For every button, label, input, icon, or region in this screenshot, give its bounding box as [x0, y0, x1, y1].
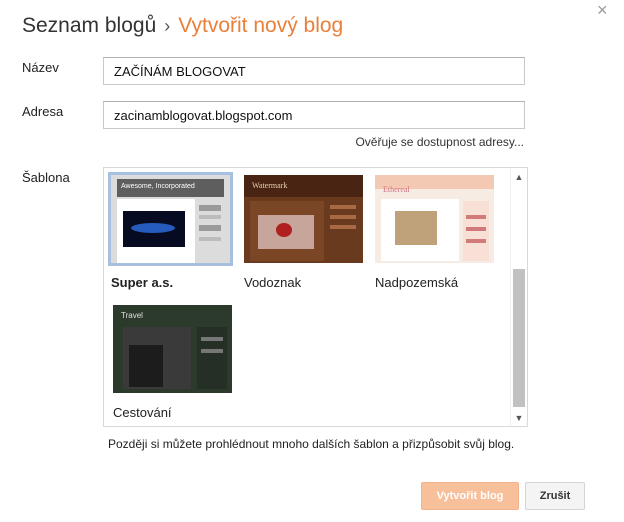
- breadcrumb: Seznam blogů › Vytvořit nový blog: [22, 14, 343, 38]
- thumbnail-title: Awesome, Incorporated: [121, 183, 195, 190]
- thumbnail-title: Watermark: [252, 181, 288, 190]
- template-name: Nadpozemská: [375, 275, 459, 290]
- template-nadpozemska[interactable]: Ethereal Nadpozemská: [375, 175, 500, 290]
- address-field[interactable]: [103, 101, 525, 129]
- scroll-down-icon[interactable]: ▼: [511, 413, 527, 423]
- breadcrumb-blog-list[interactable]: Seznam blogů: [22, 14, 156, 37]
- address-label: Adresa: [22, 104, 64, 119]
- template-super[interactable]: Awesome, Incorporated Super a.s.: [108, 172, 236, 290]
- scrollbar-thumb[interactable]: [513, 269, 525, 407]
- page-title: Vytvořit nový blog: [178, 14, 344, 37]
- name-field[interactable]: [103, 57, 525, 85]
- thumbnail-title: Ethereal: [383, 185, 410, 194]
- template-name: Vodoznak: [244, 275, 302, 290]
- template-note: Později si můžete prohlédnout mnoho dalš…: [108, 437, 515, 451]
- create-blog-button[interactable]: Vytvořit blog: [421, 482, 519, 510]
- template-cestovani[interactable]: Travel Cestování: [113, 305, 238, 420]
- template-thumbnail: Travel: [113, 305, 232, 393]
- cancel-button[interactable]: Zrušit: [525, 482, 585, 510]
- template-thumbnail: Awesome, Incorporated: [108, 172, 233, 266]
- template-thumbnail: Watermark: [244, 175, 363, 263]
- thumbnail-title: Travel: [121, 311, 143, 320]
- template-name: Super a.s.: [111, 275, 174, 290]
- availability-status: Ověřuje se dostupnost adresy...: [355, 135, 524, 149]
- template-vodoznak[interactable]: Watermark Vodoznak: [244, 175, 369, 290]
- name-label: Název: [22, 60, 59, 75]
- template-label: Šablona: [22, 170, 70, 185]
- template-thumbnail: Ethereal: [375, 175, 494, 263]
- close-icon[interactable]: ×: [597, 0, 608, 20]
- template-name: Cestování: [113, 405, 172, 420]
- scroll-up-icon[interactable]: ▲: [511, 172, 527, 182]
- breadcrumb-separator-icon: ›: [164, 16, 171, 36]
- template-scrollbar[interactable]: ▲ ▼: [510, 168, 527, 426]
- template-picker: Awesome, Incorporated Super a.s. Waterma…: [103, 167, 528, 427]
